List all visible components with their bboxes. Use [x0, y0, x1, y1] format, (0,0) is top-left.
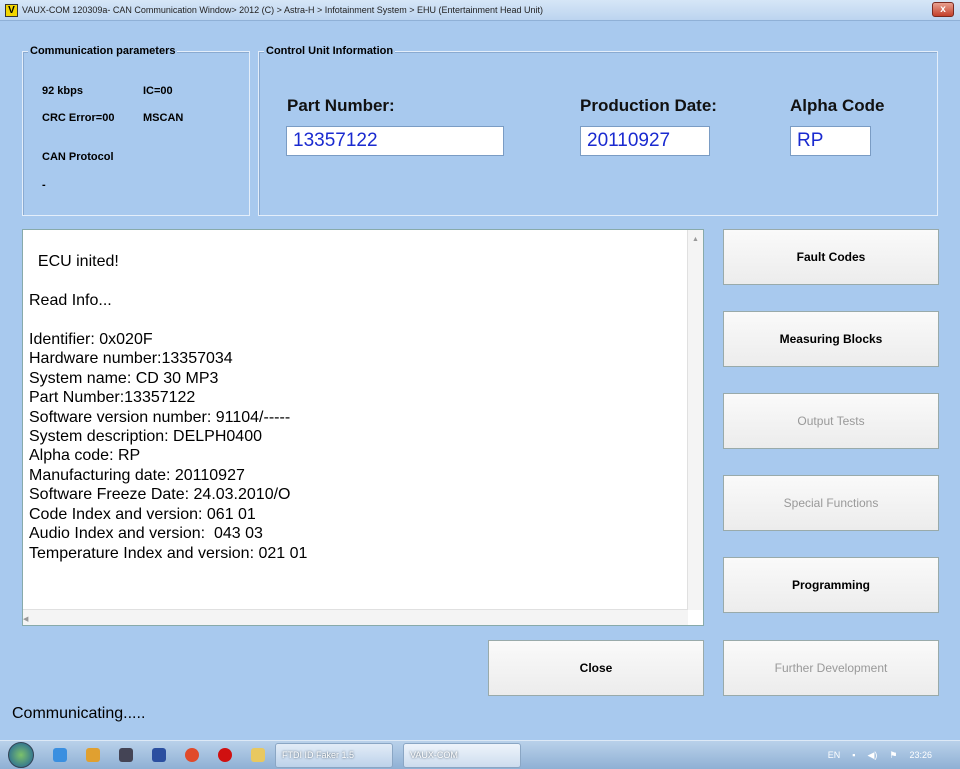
- horizontal-scrollbar[interactable]: ◀: [23, 609, 688, 625]
- production-date-label: Production Date:: [580, 96, 717, 115]
- measuring-blocks-button[interactable]: Measuring Blocks: [723, 311, 939, 367]
- programming-button[interactable]: Programming: [723, 557, 939, 613]
- app-logo-icon: V: [5, 3, 18, 17]
- output-tests-button[interactable]: Output Tests: [723, 393, 939, 449]
- close-window-button[interactable]: x: [932, 2, 954, 17]
- start-button[interactable]: [8, 742, 34, 768]
- chrome-icon[interactable]: [185, 748, 199, 762]
- communication-parameters-group: Communication parameters 92 kbps IC=00 C…: [22, 45, 250, 216]
- save-icon[interactable]: [152, 748, 166, 762]
- flag-icon[interactable]: ⚑: [889, 750, 897, 761]
- window-title: VAUX-COM 120309a- CAN Communication Wind…: [22, 5, 544, 15]
- special-functions-button[interactable]: Special Functions: [723, 475, 939, 531]
- mscan: MSCAN: [143, 112, 184, 124]
- taskbar: FTDI ID Faker 1.5 VAUX-COM EN ▪ ◀) ⚑ 23:…: [0, 740, 960, 769]
- part-number-field[interactable]: 13357122: [286, 126, 504, 156]
- vertical-scrollbar[interactable]: ▲: [687, 230, 703, 610]
- crc-error: CRC Error=00: [42, 112, 115, 124]
- group-label: Communication parameters: [28, 45, 178, 57]
- speed: 92 kbps: [42, 85, 83, 97]
- close-button[interactable]: Close: [488, 640, 704, 696]
- system-tray: EN ▪ ◀) ⚑ 23:26: [828, 741, 960, 769]
- language-indicator[interactable]: EN: [828, 750, 841, 760]
- ie-icon[interactable]: [53, 748, 67, 762]
- further-development-button[interactable]: Further Development: [723, 640, 939, 696]
- taskbar-vaux-com[interactable]: VAUX-COM: [403, 742, 521, 768]
- volume-icon[interactable]: ◀): [867, 750, 877, 761]
- log-output[interactable]: ECU inited! Read Info... Identifier: 0x0…: [22, 229, 704, 626]
- clock[interactable]: 23:26: [909, 750, 932, 760]
- ic-value: IC=00: [143, 85, 173, 97]
- network-icon[interactable]: ▪: [852, 750, 855, 760]
- taskbar-ftdi-faker[interactable]: FTDI ID Faker 1.5: [275, 742, 393, 768]
- part-number-label: Part Number:: [287, 96, 395, 115]
- log-text: ECU inited! Read Info... Identifier: 0x0…: [29, 253, 308, 562]
- fault-codes-button[interactable]: Fault Codes: [723, 229, 939, 285]
- can-protocol-label: CAN Protocol: [42, 151, 114, 163]
- alpha-code-field[interactable]: RP: [790, 126, 871, 156]
- folder-icon[interactable]: [251, 748, 265, 762]
- group-label: Control Unit Information: [264, 45, 396, 57]
- opera-icon[interactable]: [218, 748, 232, 762]
- alpha-code-label: Alpha Code: [790, 96, 885, 115]
- status-text: Communicating.....: [12, 705, 146, 722]
- title-bar: V VAUX-COM 120309a- CAN Communication Wi…: [0, 0, 960, 21]
- app-icon[interactable]: [119, 748, 133, 762]
- production-date-field[interactable]: 20110927: [580, 126, 710, 156]
- media-player-icon[interactable]: [86, 748, 100, 762]
- control-unit-information-group: Control Unit Information Part Number: 13…: [258, 45, 938, 216]
- can-protocol-value: -: [42, 179, 46, 191]
